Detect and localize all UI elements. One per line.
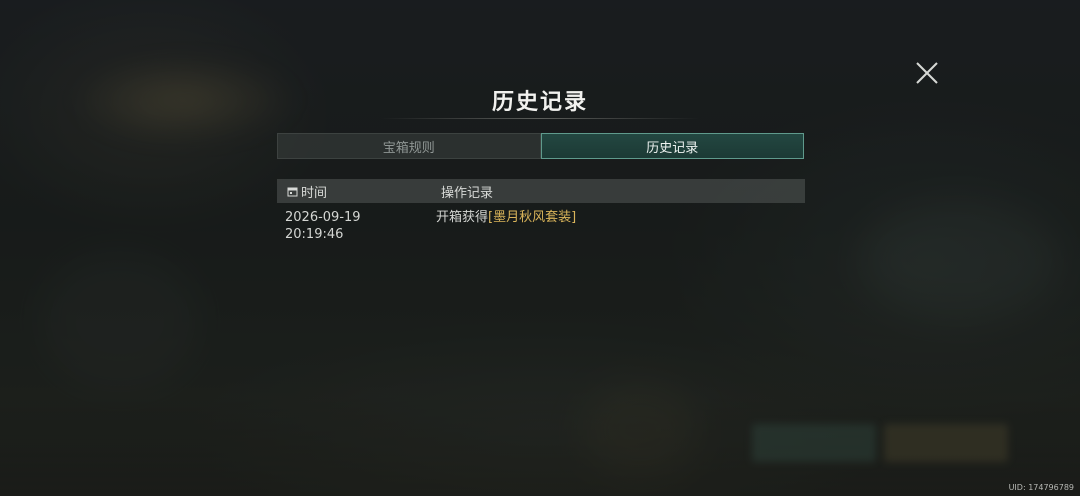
close-button[interactable] xyxy=(912,58,942,88)
column-header-operation: 操作记录 xyxy=(441,185,494,201)
calendar-icon xyxy=(287,186,298,197)
column-header-time: 时间 xyxy=(287,179,327,203)
row-action: 开箱获得 xyxy=(436,210,489,225)
title-divider xyxy=(380,118,700,119)
row-time: 20:19:46 xyxy=(285,227,344,242)
dialog-title: 历史记录 xyxy=(491,90,588,115)
row-timestamp: 2026-09-19 20:19:46 xyxy=(285,209,361,243)
tab-chest-rules[interactable]: 宝箱规则 xyxy=(277,133,541,159)
close-icon xyxy=(912,58,942,88)
column-header-time-label: 时间 xyxy=(301,185,328,201)
row-item-name: [墨月秋风套装] xyxy=(488,210,577,225)
uid-label: UID: 174796789 xyxy=(1008,483,1074,492)
row-date: 2026-09-19 xyxy=(285,210,361,225)
tab-history[interactable]: 历史记录 xyxy=(540,133,804,159)
table-header: 时间 操作记录 xyxy=(277,179,805,203)
table-row: 2026-09-19 20:19:46 开箱获得[墨月秋风套装] xyxy=(277,208,805,244)
row-operation: 开箱获得[墨月秋风套装] xyxy=(436,209,576,226)
game-screen: 历史记录 宝箱规则 历史记录 时间 操作记录 2026-09-19 20:19:… xyxy=(0,0,1080,496)
tab-bar: 宝箱规则 历史记录 xyxy=(277,133,804,159)
